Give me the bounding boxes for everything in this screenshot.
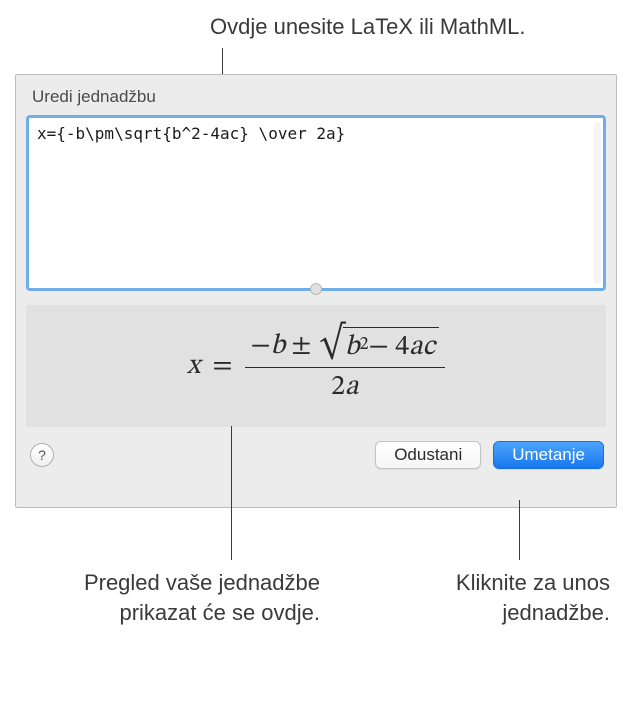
preview-numerator: − b ± √ b 2 − 4 a c (245, 327, 446, 368)
equation-input-container: x={-b\pm\sqrt{b^2-4ac} \over 2a} (26, 115, 606, 291)
edit-equation-dialog: Uredi jednadžbu x={-b\pm\sqrt{b^2-4ac} \… (15, 74, 617, 508)
scrollbar[interactable] (594, 122, 601, 284)
callout-preview-label: Pregled vaše jednadžbe prikazat će se ov… (50, 568, 320, 627)
den-two: 2 (331, 373, 345, 401)
callout-insert-label: Kliknite za unos jednadžbe. (370, 568, 610, 627)
preview-denominator: 2a (331, 368, 358, 405)
dialog-button-row: ? Odustani Umetanje (26, 441, 606, 469)
preview-fraction: − b ± √ b 2 − 4 a c 2 (245, 327, 446, 405)
sqrt-a: a (409, 330, 422, 365)
sqrt-icon: √ (319, 329, 344, 367)
sqrt-exp: 2 (360, 334, 369, 357)
callout-line (519, 500, 520, 560)
den-a: a (345, 373, 358, 401)
dialog-title: Uredi jednadžbu (26, 87, 606, 107)
preview-plusminus: ± (291, 329, 311, 364)
preview-b: b (271, 329, 286, 364)
callout-line (231, 426, 232, 560)
sqrt-b: b (345, 330, 360, 365)
preview-minus: − (251, 329, 271, 364)
cancel-button[interactable]: Odustani (375, 441, 481, 469)
sqrt-c: c (423, 330, 436, 365)
resize-handle[interactable] (310, 283, 322, 295)
sqrt-minus4: − 4 (369, 330, 410, 365)
equation-preview-area: x = − b ± √ b 2 − 4 a c (26, 305, 606, 427)
preview-lhs: x (187, 349, 200, 384)
button-group: Odustani Umetanje (375, 441, 604, 469)
insert-button[interactable]: Umetanje (493, 441, 604, 469)
equation-preview: x = − b ± √ b 2 − 4 a c (187, 327, 445, 405)
sqrt-content: b 2 − 4 a c (343, 327, 439, 365)
preview-equals: = (212, 349, 232, 384)
callout-input-label: Ovdje unesite LaTeX ili MathML. (210, 14, 613, 40)
equation-input[interactable]: x={-b\pm\sqrt{b^2-4ac} \over 2a} (29, 118, 603, 288)
help-button[interactable]: ? (30, 443, 54, 467)
preview-sqrt: √ b 2 − 4 a c (319, 327, 439, 365)
